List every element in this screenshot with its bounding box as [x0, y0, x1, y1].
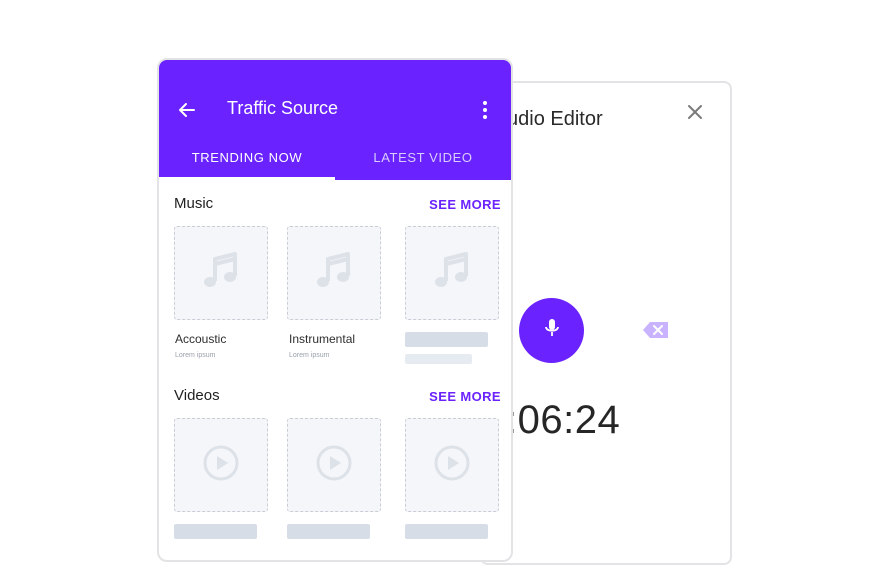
music-see-more-button[interactable]: SEE MORE	[429, 197, 501, 212]
play-circle-icon	[315, 444, 353, 487]
close-icon[interactable]	[684, 101, 706, 123]
backspace-icon[interactable]	[642, 321, 670, 339]
app-bar: Traffic Source TRENDING NOW LATEST VIDEO	[159, 60, 511, 180]
video-tile[interactable]	[405, 418, 499, 512]
audio-editor-card: udio Editor :06:24	[480, 81, 732, 565]
mic-icon	[543, 317, 561, 344]
tab-indicator	[159, 177, 335, 180]
record-timer: :06:24	[506, 398, 621, 442]
music-note-icon	[314, 251, 354, 296]
record-button[interactable]	[519, 298, 584, 363]
tab-latest-video[interactable]: LATEST VIDEO	[335, 150, 511, 180]
music-note-icon	[432, 251, 472, 296]
arrow-back-icon[interactable]	[177, 100, 197, 120]
video-tile[interactable]	[174, 418, 268, 512]
play-circle-icon	[202, 444, 240, 487]
music-item-sub: Lorem ipsum	[175, 352, 216, 359]
music-note-icon	[201, 251, 241, 296]
section-title-videos: Videos	[174, 387, 220, 404]
play-circle-icon	[433, 444, 471, 487]
music-tile[interactable]	[287, 226, 381, 320]
video-tile[interactable]	[287, 418, 381, 512]
more-vert-icon[interactable]	[481, 99, 489, 121]
traffic-source-card: Traffic Source TRENDING NOW LATEST VIDEO…	[157, 58, 513, 562]
music-item-label: Accoustic	[175, 332, 227, 346]
section-title-music: Music	[174, 195, 214, 212]
label-placeholder	[405, 332, 488, 347]
music-item-sub: Lorem ipsum	[289, 352, 330, 359]
tab-trending-now[interactable]: TRENDING NOW	[159, 150, 335, 180]
music-item-label: Instrumental	[289, 332, 356, 346]
sub-placeholder	[405, 354, 472, 364]
videos-see-more-button[interactable]: SEE MORE	[429, 389, 501, 404]
music-tile[interactable]	[174, 226, 268, 320]
audio-editor-title: udio Editor	[507, 108, 603, 130]
music-tile[interactable]	[405, 226, 499, 320]
page-title: Traffic Source	[227, 98, 339, 118]
